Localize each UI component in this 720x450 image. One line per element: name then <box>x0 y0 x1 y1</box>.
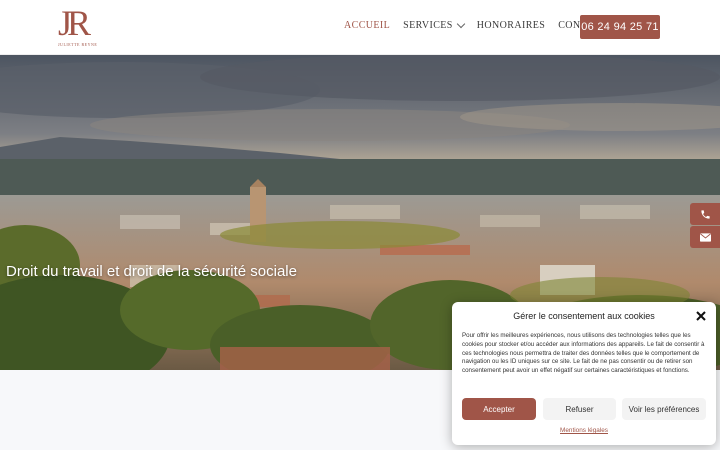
logo-subtext: JULIETTE REYNE <box>58 42 98 47</box>
close-icon[interactable] <box>695 310 707 322</box>
nav-item-label: SERVICES <box>403 20 453 31</box>
refuse-button[interactable]: Refuser <box>543 398 616 420</box>
hero-title: Droit du travail et droit de la sécurité… <box>6 263 297 280</box>
nav-item-label: HONORAIRES <box>476 20 546 31</box>
envelope-icon <box>699 232 711 242</box>
nav-item-honoraires[interactable]: HONORAIRES <box>477 20 545 31</box>
site-header: JR JULIETTE REYNE ACCUEIL SERVICES HONOR… <box>0 0 720 55</box>
cookie-consent-dialog: Gérer le consentement aux cookies Pour o… <box>452 302 716 445</box>
nav-item-accueil[interactable]: ACCUEIL <box>344 20 390 31</box>
preferences-button[interactable]: Voir les préférences <box>622 398 706 420</box>
chevron-down-icon <box>456 19 466 28</box>
cookie-title: Gérer le consentement aux cookies <box>513 311 655 321</box>
nav-item-label: ACCUEIL <box>344 20 391 31</box>
phone-icon <box>700 209 710 219</box>
side-email-button[interactable] <box>690 226 720 248</box>
side-phone-button[interactable] <box>690 203 720 225</box>
phone-button[interactable]: 06 24 94 25 71 <box>580 15 660 39</box>
nav-item-services[interactable]: SERVICES <box>403 19 466 31</box>
accept-button[interactable]: Accepter <box>462 398 536 420</box>
main-nav: ACCUEIL SERVICES HONORAIRES CONTACT <box>344 19 620 31</box>
logo[interactable]: JR JULIETTE REYNE <box>58 5 98 49</box>
legal-notice-link[interactable]: Mentions légales <box>452 427 716 434</box>
cookie-description: Pour offrir les meilleures expériences, … <box>462 332 705 375</box>
logo-mark: JR <box>58 3 91 43</box>
